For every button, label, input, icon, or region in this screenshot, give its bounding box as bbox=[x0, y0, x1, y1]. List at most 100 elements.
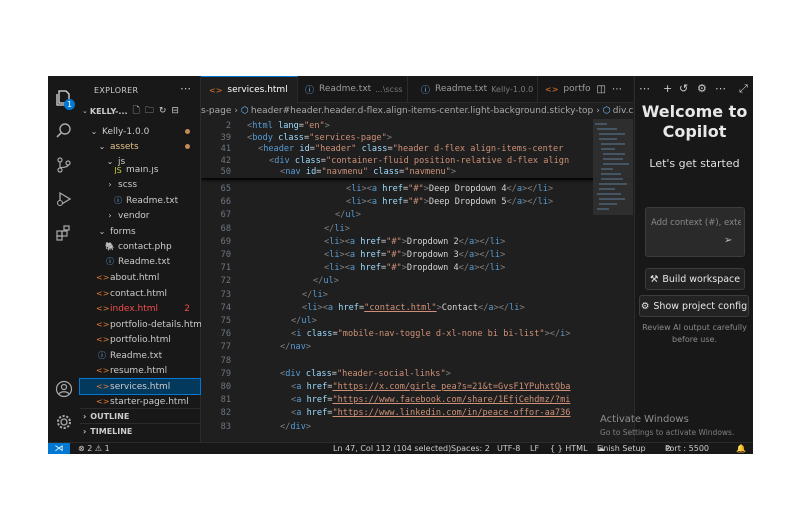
problems-count[interactable]: ⊗ 2 ⚠ 1 bbox=[78, 443, 110, 454]
line-ending[interactable]: LF bbox=[530, 443, 539, 454]
activity-bar: 1 bbox=[48, 76, 80, 442]
html-file-icon: <> bbox=[96, 289, 110, 298]
copilot-toolbar: ⋯ + ↺ ⚙ ⋯ ⤢ bbox=[635, 82, 753, 98]
tree-item-label: main.js bbox=[126, 166, 159, 174]
code-line: 82 <a href="https://www.linkedin.com/in/p… bbox=[201, 407, 633, 420]
chevron-right-icon: › bbox=[83, 412, 87, 421]
new-folder-icon[interactable]: 🗀 bbox=[145, 103, 154, 119]
error-count: 2 bbox=[184, 303, 190, 314]
code-line: 77 </nav> bbox=[201, 341, 633, 354]
gear-icon[interactable]: ⚙ bbox=[697, 82, 707, 95]
tree-item[interactable]: <> contact.html bbox=[80, 286, 200, 301]
code-line: 74 <li><a href="contact.html">Contact</a>… bbox=[201, 302, 633, 315]
cursor-position[interactable]: Ln 47, Col 112 (104 selected) bbox=[333, 443, 451, 454]
extensions-icon[interactable] bbox=[52, 221, 76, 245]
code-text: <a href="https://www.facebook.com/share/… bbox=[291, 395, 571, 406]
tree-item-label: Readme.txt bbox=[118, 256, 171, 267]
breadcrumb-item[interactable]: header#header.header.d-flex.align-items-… bbox=[251, 106, 593, 116]
element-icon: ⬡ bbox=[602, 106, 611, 116]
gear-icon[interactable] bbox=[52, 410, 76, 434]
breadcrumb-item[interactable]: s-page bbox=[201, 106, 231, 116]
code-line: 70 <li><a href="#">Dropdown 3</a></li> bbox=[201, 249, 633, 262]
chevron-down-icon: ⌄ bbox=[98, 227, 106, 236]
build-workspace-button[interactable]: ⚒ Build workspace bbox=[645, 268, 745, 290]
tree-item[interactable]: ⌄ Kelly-1.0.0 bbox=[80, 124, 200, 139]
tree-item[interactable]: JS main.js bbox=[80, 166, 200, 174]
breadcrumb: s-page › ⬡ header#header.header.d-flex.a… bbox=[201, 103, 633, 119]
maximize-icon[interactable]: ⤢ bbox=[739, 82, 748, 96]
outline-section[interactable]: › OUTLINE bbox=[80, 408, 200, 424]
tree-item[interactable]: ⓘ Readme.txt bbox=[80, 193, 200, 208]
tree-item[interactable]: 🐘 contact.php bbox=[80, 239, 200, 254]
code-line: 78 bbox=[201, 355, 633, 368]
new-file-icon[interactable]: 🗋 bbox=[133, 103, 140, 119]
tab-readme-kelly[interactable]: ⓘ Readme.txt Kelly-1.0.0 bbox=[407, 76, 538, 102]
more-actions-icon[interactable]: ⋯ bbox=[612, 84, 622, 95]
modified-dot bbox=[185, 129, 190, 134]
copilot-title: Welcome to Copilot bbox=[635, 102, 753, 142]
chat-input-placeholder: Add context (#), exten bbox=[651, 218, 741, 228]
tree-item[interactable]: <> services.html bbox=[79, 378, 201, 395]
code-line: 79 <div class="header-social-links"> bbox=[201, 368, 633, 381]
notifications-icon[interactable]: 🔔 bbox=[736, 443, 746, 454]
breadcrumb-item[interactable]: div.containe bbox=[613, 106, 633, 116]
tree-item[interactable]: › vendor bbox=[80, 208, 200, 223]
collapse-all-icon[interactable]: ⊟ bbox=[171, 106, 179, 116]
more-actions-icon[interactable]: ⋯ bbox=[180, 82, 191, 95]
tree-item[interactable]: ⓘ Readme.txt bbox=[80, 348, 200, 363]
tree-item[interactable]: <> portfolio.html bbox=[80, 332, 200, 347]
timeline-section[interactable]: › TIMELINE bbox=[80, 423, 200, 439]
tree-item[interactable]: ⓘ Readme.txt bbox=[80, 254, 200, 269]
show-project-config-button[interactable]: ⚙ Show project config bbox=[639, 295, 749, 317]
explorer-icon[interactable]: 1 bbox=[52, 86, 76, 110]
chevron-right-icon: › bbox=[596, 106, 600, 116]
refresh-icon[interactable]: ↻ bbox=[159, 106, 167, 116]
chat-input[interactable]: Add context (#), exten ➢ bbox=[645, 207, 745, 257]
tree-item[interactable]: <> starter-page.html bbox=[80, 394, 200, 409]
history-icon[interactable]: ↺ bbox=[679, 82, 688, 95]
language-mode[interactable]: { } HTML bbox=[550, 443, 588, 454]
code-line: 72 </ul> bbox=[201, 275, 633, 288]
tree-item[interactable]: <> index.html 2 bbox=[80, 301, 200, 316]
tree-item-label: contact.php bbox=[118, 241, 172, 252]
html-file-icon: <> bbox=[96, 320, 110, 329]
html-file-icon: <> bbox=[96, 382, 110, 391]
line-number: 72 bbox=[220, 276, 231, 287]
line-number: 79 bbox=[220, 368, 231, 379]
tree-item[interactable]: <> resume.html bbox=[80, 363, 200, 378]
tree-item[interactable]: ⌄ forms bbox=[80, 224, 200, 239]
encoding[interactable]: UTF-8 bbox=[497, 443, 520, 454]
code-text: <a href="https://x.com/girle_pea?s=21&t=… bbox=[291, 382, 571, 392]
tab-readme-scss[interactable]: ⓘ Readme.txt ...\scss bbox=[297, 76, 408, 102]
split-editor-icon[interactable]: ◫ bbox=[597, 84, 606, 95]
indentation[interactable]: Spaces: 2 bbox=[451, 443, 490, 454]
source-control-icon[interactable] bbox=[52, 153, 76, 177]
activate-windows-title: Activate Windows bbox=[600, 414, 689, 425]
tree-item[interactable]: <> portfolio-details.html bbox=[80, 317, 204, 332]
account-icon[interactable] bbox=[52, 377, 76, 401]
send-icon[interactable]: ➢ bbox=[724, 235, 732, 246]
copilot-note: Review AI output carefully before use. bbox=[642, 323, 747, 344]
code-editor[interactable]: 65 <li><a href="#">Deep Dropdown 4</a></l… bbox=[201, 119, 633, 442]
tree-item-label: scss bbox=[118, 179, 138, 190]
tab-services-html[interactable]: <> services.html ✕ bbox=[201, 76, 298, 103]
plus-icon[interactable]: + bbox=[663, 82, 672, 95]
more-actions-icon[interactable]: ⋯ bbox=[715, 82, 726, 95]
minimap[interactable] bbox=[593, 119, 633, 442]
tree-item-label: forms bbox=[110, 226, 136, 237]
tab-label: services.html bbox=[227, 85, 288, 95]
run-debug-icon[interactable] bbox=[52, 187, 76, 211]
sticky-scroll-header[interactable]: 2 <html lang="en"> 39 <body class="services… bbox=[201, 119, 633, 178]
remote-icon[interactable]: ⋊ bbox=[48, 443, 70, 454]
tree-item[interactable]: <> about.html bbox=[80, 270, 200, 285]
tab-portfolio[interactable]: <> portfo ◫ ⋯ bbox=[537, 76, 633, 102]
status-bar: ⋊ ⊗ 2 ⚠ 1 Ln 47, Col 112 (104 selected) … bbox=[48, 442, 753, 454]
workspace-header[interactable]: ⌄ KELLY-... 🗋 🗀 ↻ ⊟ bbox=[80, 103, 200, 119]
tree-item-label: resume.html bbox=[110, 365, 168, 376]
more-actions-icon[interactable]: ⋯ bbox=[639, 82, 650, 95]
search-icon[interactable] bbox=[52, 119, 76, 143]
tree-item[interactable]: ⌄ assets bbox=[80, 139, 200, 154]
chevron-down-icon: ⌄ bbox=[98, 142, 106, 151]
tree-item[interactable]: › scss bbox=[80, 177, 200, 192]
gear-icon: ⚙ bbox=[640, 300, 650, 312]
